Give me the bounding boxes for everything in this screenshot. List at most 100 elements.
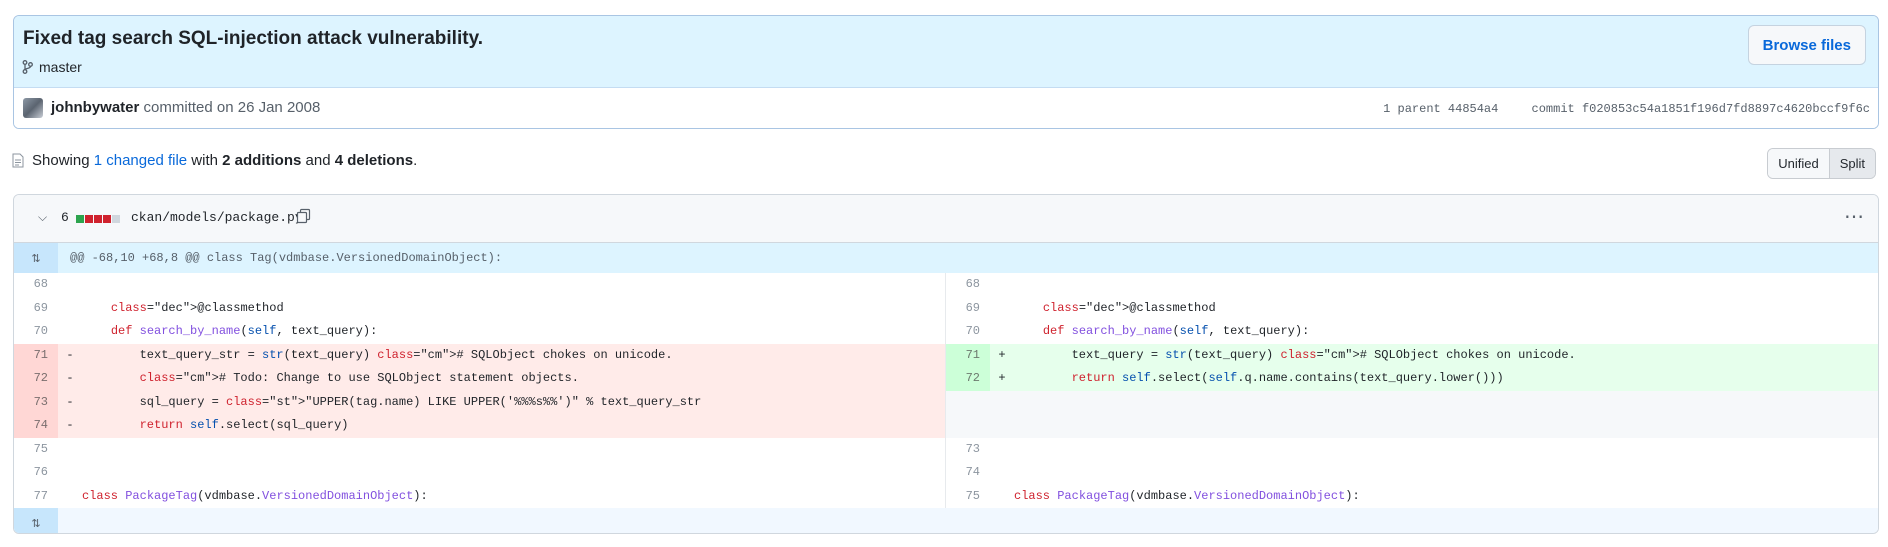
diff-line: 72- class="cm"># Todo: Change to use SQL… xyxy=(14,367,945,391)
hunk-header: ⇅ @@ -68,10 +68,8 @@ class Tag(vdmbase.V… xyxy=(14,243,1878,273)
line-number[interactable] xyxy=(946,391,990,415)
branch-icon xyxy=(22,60,33,74)
split-button[interactable]: Split xyxy=(1828,149,1875,178)
diff-marker: - xyxy=(66,418,74,432)
line-number[interactable]: 68 xyxy=(14,273,58,297)
diff-marker xyxy=(990,485,1014,509)
change-count: 6 xyxy=(61,210,69,225)
diff-marker xyxy=(58,438,82,462)
summary-with: with xyxy=(191,152,218,169)
line-number[interactable]: 72 xyxy=(14,367,58,391)
file-header: ⌵ 6 ckan/models/package.py ⋯ xyxy=(14,195,1878,243)
line-number[interactable]: 72 xyxy=(946,367,990,391)
diff-line: 74 xyxy=(946,461,1878,485)
diff-marker: + xyxy=(998,371,1006,385)
line-number[interactable]: 71 xyxy=(14,343,58,367)
file-diff: ⌵ 6 ckan/models/package.py ⋯ ⇅ @@ -68,10… xyxy=(13,194,1879,534)
line-number[interactable]: 70 xyxy=(946,320,990,344)
diff-view-toggle: Unified Split xyxy=(1767,148,1876,179)
line-number[interactable]: 71 xyxy=(946,343,990,367)
diff-marker xyxy=(58,297,82,321)
branch-label[interactable]: master xyxy=(22,59,82,75)
summary-and: and xyxy=(305,152,331,169)
author-link[interactable]: johnbywater xyxy=(51,99,139,116)
line-number[interactable]: 69 xyxy=(946,297,990,321)
diff-marker xyxy=(990,320,1014,344)
code-text: return self.select(sql_query) xyxy=(139,418,349,432)
diff-marker xyxy=(990,391,1014,415)
chevron-down-icon[interactable]: ⌵ xyxy=(38,210,47,225)
code-text: class PackageTag(vdmbase.VersionedDomain… xyxy=(82,488,428,503)
expand-icon[interactable]: ⇅ xyxy=(14,243,58,273)
copy-icon[interactable] xyxy=(296,208,312,224)
diff-line: 69 class="dec">@classmethod xyxy=(946,297,1878,321)
code-text: class="dec">@classmethod xyxy=(110,300,284,315)
hunk-footer: ⇅ xyxy=(14,508,1878,533)
diff-summary: Showing 1 changed file with 2 additions … xyxy=(12,152,417,169)
line-number[interactable] xyxy=(946,414,990,438)
line-number[interactable]: 73 xyxy=(14,390,58,414)
file-icon xyxy=(12,153,24,168)
diff-marker xyxy=(990,461,1014,485)
diff-marker: + xyxy=(998,347,1006,362)
line-number[interactable]: 75 xyxy=(14,438,58,462)
diff-marker xyxy=(58,485,82,509)
diff-line: 75 xyxy=(14,438,945,462)
code-text: def search_by_name(self, text_query): xyxy=(110,324,378,338)
summary-period: . xyxy=(413,152,418,169)
diff-marker xyxy=(58,320,82,344)
diff-marker xyxy=(990,273,1014,297)
diff-line: 72 + return self.select(self.q.name.conta… xyxy=(946,367,1878,391)
hunk-text: @@ -68,10 +68,8 @@ class Tag(vdmbase.Ver… xyxy=(70,251,503,265)
author-line: johnbywater committed on 26 Jan 2008 xyxy=(51,99,320,116)
code-text: class PackageTag(vdmbase.VersionedDomain… xyxy=(1014,488,1360,503)
commit-sha: commit f020853c54a1851f196d7fd8897c4620b… xyxy=(1531,102,1870,116)
parent-link[interactable]: 1 parent 44854a4 xyxy=(1383,102,1498,116)
diff-line: 75 class PackageTag(vdmbase.VersionedDoma… xyxy=(946,485,1878,509)
browse-files-button[interactable]: Browse files xyxy=(1747,25,1866,65)
line-number[interactable]: 70 xyxy=(14,320,58,344)
diff-line: 74- return self.select(sql_query) xyxy=(14,414,945,438)
diff-marker xyxy=(990,297,1014,321)
diff-line: 77 class PackageTag(vdmbase.VersionedDoma… xyxy=(14,485,945,509)
diff-line: 68 xyxy=(946,273,1878,297)
code-text: def search_by_name(self, text_query): xyxy=(1042,324,1310,338)
sha-info: 1 parent 44854a4 commit f020853c54a1851f… xyxy=(1357,102,1870,116)
line-number[interactable]: 77 xyxy=(14,485,58,509)
commit-meta: johnbywater committed on 26 Jan 2008 1 p… xyxy=(14,88,1878,128)
line-number[interactable]: 69 xyxy=(14,297,58,321)
code-text: return self.select(self.q.name.contains(… xyxy=(1071,371,1504,385)
diff-line xyxy=(946,414,1878,438)
changed-files-link[interactable]: 1 changed file xyxy=(94,152,187,169)
unified-button[interactable]: Unified xyxy=(1768,149,1829,178)
diff-line: 70 def search_by_name(self, text_query): xyxy=(946,320,1878,344)
diff-line xyxy=(946,390,1878,415)
diffstat-blocks xyxy=(76,215,120,223)
line-number[interactable]: 74 xyxy=(946,461,990,485)
diff-marker xyxy=(990,438,1014,462)
line-number[interactable]: 68 xyxy=(946,273,990,297)
line-number[interactable]: 73 xyxy=(946,438,990,462)
kebab-icon[interactable]: ⋯ xyxy=(1844,204,1864,229)
avatar[interactable] xyxy=(23,98,43,118)
diff-line: 69 class="dec">@classmethod xyxy=(14,297,945,321)
diff-line: 73 xyxy=(946,438,1878,462)
file-path[interactable]: ckan/models/package.py xyxy=(131,210,303,225)
line-number[interactable]: 76 xyxy=(14,461,58,485)
diff-line: 70 def search_by_name(self, text_query): xyxy=(14,320,945,344)
diff-marker xyxy=(58,461,82,485)
expand-icon[interactable]: ⇅ xyxy=(14,508,58,533)
code-text: sql_query = class="st">"UPPER(tag.name) … xyxy=(82,394,702,409)
line-number[interactable]: 74 xyxy=(14,414,58,438)
diff-marker: - xyxy=(66,394,74,409)
diff-rows: 68 69 class="dec">@classmethod 70 def sear… xyxy=(14,273,1878,508)
diff-marker xyxy=(58,273,82,297)
commit-header: Fixed tag search SQL-injection attack vu… xyxy=(13,15,1879,129)
diff-line: 76 xyxy=(14,461,945,485)
code-text: text_query = str(text_query) class="cm">… xyxy=(1014,347,1576,362)
deletions-count: 4 deletions xyxy=(334,152,414,169)
code-text: text_query_str = str(text_query) class="… xyxy=(82,347,673,362)
branch-name: master xyxy=(39,59,82,75)
line-number[interactable]: 75 xyxy=(946,485,990,509)
committed-date: committed on 26 Jan 2008 xyxy=(143,99,321,116)
